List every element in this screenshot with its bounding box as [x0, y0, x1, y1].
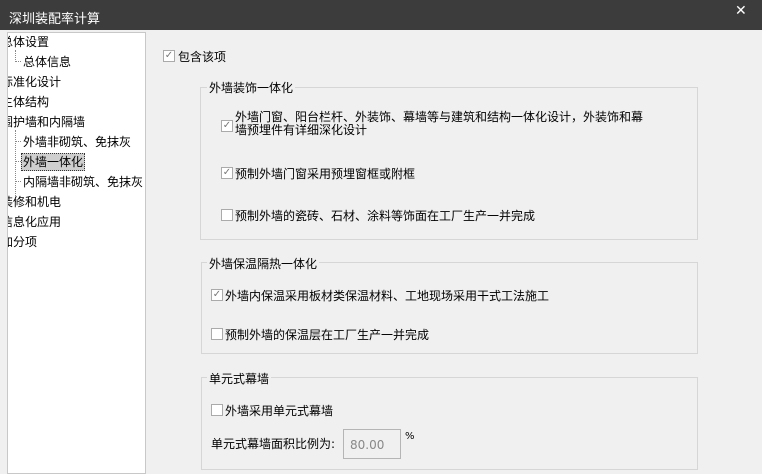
checkbox[interactable]: ✓: [211, 289, 223, 301]
checkbox-label: 外墙内保温采用板材类保温材料、工地现场采用干式工法施工: [225, 289, 550, 303]
checkbox-label: 外墙门窗、阳台栏杆、外装饰、幕墙等与建筑和结构一体化设计，外装饰和幕墙预埋件有详…: [235, 110, 644, 137]
title-bar: 深圳装配率计算 ✕: [0, 0, 762, 30]
checkbox-label: 预制外墙门窗采用预埋窗框或附框: [235, 167, 416, 181]
tree-item-overall-info[interactable]: 总体信息: [23, 53, 71, 71]
include-checkbox[interactable]: ✓: [163, 50, 175, 62]
group-title: 单元式幕墙: [207, 370, 272, 387]
close-icon[interactable]: ✕: [735, 3, 747, 19]
tree-item-information[interactable]: 信息化应用: [8, 213, 61, 231]
group-title: 外墙保温隔热一体化: [207, 255, 320, 272]
tree-item-enclosure-walls[interactable]: 围护墙和内隔墙: [8, 113, 85, 131]
ratio-label: 单元式幕墙面积比例为:: [211, 437, 336, 451]
checkbox-label: 预制外墙的瓷砖、石材、涂料等饰面在工厂生产一并完成: [235, 209, 536, 223]
group-title: 外墙装饰一体化: [207, 79, 296, 96]
checkbox[interactable]: [221, 209, 233, 221]
checkbox-label: 外墙采用单元式幕墙: [225, 404, 334, 418]
tree-item-bonus[interactable]: 加分项: [8, 233, 37, 251]
tree-item-standardized-design[interactable]: 标准化设计: [8, 73, 61, 91]
ratio-input[interactable]: 80.00: [343, 429, 401, 459]
group-unitized-curtain-wall: [201, 377, 698, 470]
include-label: 包含该项: [178, 50, 227, 64]
tree-item-overall-settings[interactable]: 总体设置: [8, 33, 49, 51]
checkbox[interactable]: ✓: [221, 167, 233, 179]
checkbox[interactable]: [211, 328, 223, 340]
settings-tree[interactable]: 总体设置 总体信息 标准化设计 主体结构 围护墙和内隔墙 外墙非砌筑、免抹灰 外…: [7, 32, 146, 474]
checkbox-label: 预制外墙的保温层在工厂生产一并完成: [225, 328, 430, 342]
checkbox[interactable]: ✓: [221, 120, 233, 132]
tree-item-interior-wall-non-masonry[interactable]: 内隔墙非砌筑、免抹灰: [23, 173, 143, 191]
window-title: 深圳装配率计算: [9, 12, 101, 27]
tree-item-exterior-wall-non-masonry[interactable]: 外墙非砌筑、免抹灰: [23, 133, 131, 151]
checkbox[interactable]: [211, 404, 223, 416]
tree-item-exterior-wall-integration[interactable]: 外墙一体化: [21, 153, 86, 171]
percent-unit: %: [405, 431, 415, 442]
tree-item-decoration-mep[interactable]: 装修和机电: [8, 193, 61, 211]
tree-item-main-structure[interactable]: 主体结构: [8, 93, 49, 111]
